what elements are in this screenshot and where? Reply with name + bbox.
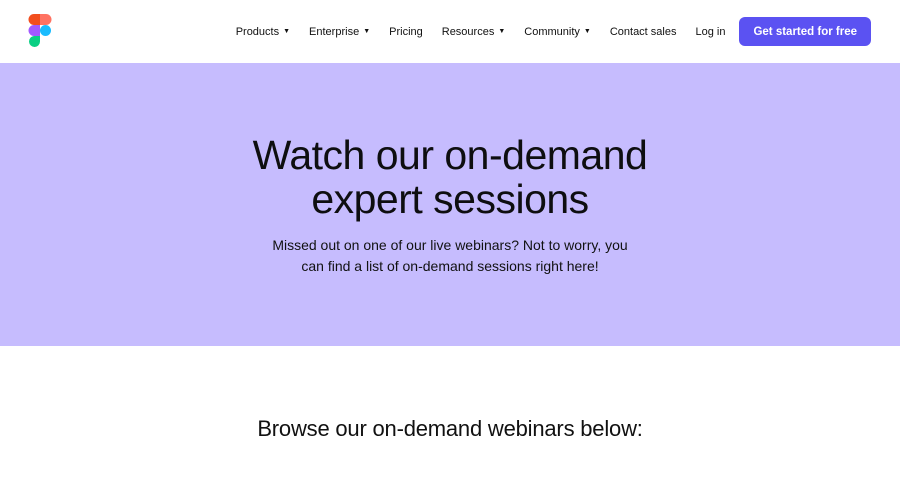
hero-title-line-2: expert sessions bbox=[311, 176, 589, 222]
browse-heading: Browse our on-demand webinars below: bbox=[257, 416, 643, 441]
get-started-button[interactable]: Get started for free bbox=[739, 17, 871, 46]
nav-enterprise[interactable]: Enterprise ▼ bbox=[309, 26, 370, 38]
caret-down-icon: ▼ bbox=[363, 28, 371, 35]
top-navbar: Products ▼ Enterprise ▼ Pricing Resource… bbox=[0, 0, 900, 63]
nav-pricing-label: Pricing bbox=[389, 25, 423, 38]
nav-community[interactable]: Community ▼ bbox=[524, 26, 591, 38]
nav-pricing[interactable]: Pricing bbox=[389, 26, 423, 38]
primary-nav: Products ▼ Enterprise ▼ Pricing Resource… bbox=[236, 0, 900, 63]
hero-title-line-1: Watch our on-demand bbox=[252, 132, 648, 178]
caret-down-icon: ▼ bbox=[283, 28, 291, 35]
nav-community-label: Community bbox=[524, 25, 580, 38]
caret-down-icon: ▼ bbox=[583, 28, 591, 35]
nav-products[interactable]: Products ▼ bbox=[236, 26, 290, 38]
nav-log-in[interactable]: Log in bbox=[695, 26, 725, 38]
hero-section: Watch our on-demand expert sessions Miss… bbox=[0, 63, 900, 346]
nav-resources-label: Resources bbox=[441, 25, 495, 38]
nav-contact-sales[interactable]: Contact sales bbox=[610, 26, 677, 38]
nav-enterprise-label: Enterprise bbox=[309, 25, 360, 38]
nav-products-label: Products bbox=[235, 25, 280, 38]
caret-down-icon: ▼ bbox=[498, 28, 506, 35]
hero-title: Watch our on-demand expert sessions bbox=[0, 133, 900, 221]
hero-subtitle: Missed out on one of our live webinars? … bbox=[270, 235, 630, 277]
hero-subtitle-line-1: Missed out on one of our live webinars? … bbox=[272, 237, 628, 253]
hero-subtitle-line-2: can find a list of on-demand sessions ri… bbox=[301, 258, 599, 274]
nav-resources[interactable]: Resources ▼ bbox=[442, 26, 506, 38]
figma-logo-icon[interactable] bbox=[28, 14, 52, 48]
nav-contact-sales-label: Contact sales bbox=[609, 25, 677, 38]
nav-log-in-label: Log in bbox=[695, 25, 726, 38]
